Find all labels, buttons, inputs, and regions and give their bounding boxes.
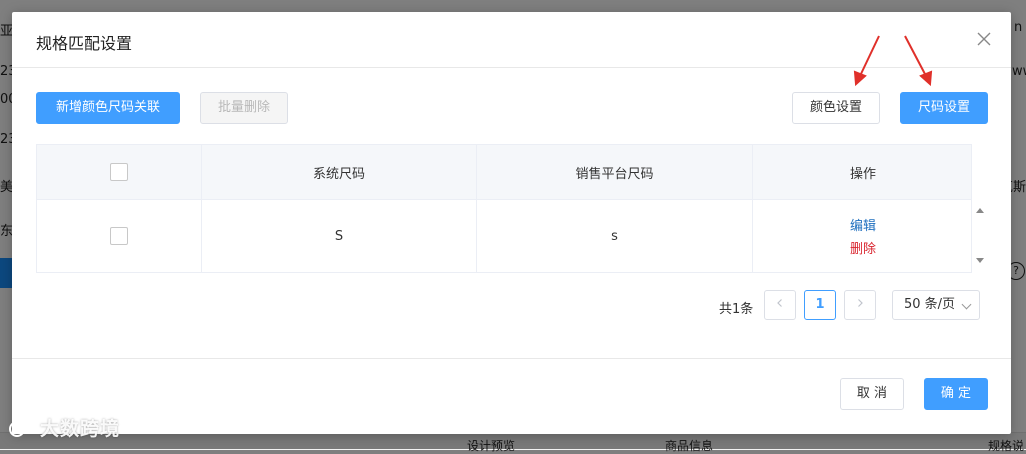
add-color-size-mapping-button[interactable]: 新增颜色尺码关联: [36, 92, 180, 124]
page-size-value: 50 条/页: [904, 297, 956, 312]
row-actions: 编辑 删除: [850, 215, 876, 257]
next-page-button[interactable]: [844, 290, 876, 320]
watermark-logo-icon: [9, 420, 33, 437]
column-header: 操作: [849, 166, 876, 182]
chevron-down-icon: [961, 299, 972, 310]
chevron-left-icon: [777, 299, 782, 307]
platform-size-value: s: [611, 228, 618, 244]
color-settings-button[interactable]: 颜色设置: [792, 92, 880, 124]
column-header: 系统尺码: [312, 166, 365, 182]
watermark: 大数跨境: [8, 414, 120, 441]
header-cell: 操作: [753, 145, 973, 199]
actions-cell: 编辑 删除: [753, 199, 973, 273]
watermark-text: 大数跨境: [40, 418, 121, 440]
platform-size-cell: s: [477, 199, 753, 273]
batch-delete-button[interactable]: 批量删除: [200, 92, 288, 124]
system-size-cell: S: [202, 199, 477, 273]
scroll-up-icon[interactable]: [976, 208, 984, 213]
table-row: S s 编辑 删除: [37, 199, 971, 273]
row-checkbox[interactable]: [110, 227, 128, 245]
chevron-right-icon: [858, 299, 863, 307]
size-mapping-dialog: 规格匹配设置 新增颜色尺码关联 批量删除 颜色设置 尺码设置 系统尺码 销售平台…: [12, 12, 1011, 434]
footer-divider: [12, 358, 1011, 359]
dialog-header: 规格匹配设置: [12, 12, 1011, 68]
page-size-select[interactable]: 50 条/页: [892, 290, 980, 320]
dialog-title: 规格匹配设置: [36, 34, 133, 53]
confirm-button[interactable]: 确 定: [924, 378, 988, 410]
header-cell: 系统尺码: [202, 145, 477, 199]
size-settings-button[interactable]: 尺码设置: [900, 92, 988, 124]
select-all-checkbox[interactable]: [110, 163, 128, 181]
edit-link[interactable]: 编辑: [850, 215, 876, 234]
prev-page-button[interactable]: [764, 290, 796, 320]
column-header: 销售平台尺码: [575, 166, 654, 182]
delete-link[interactable]: 删除: [850, 238, 876, 257]
scroll-down-icon[interactable]: [976, 258, 984, 263]
size-mapping-table: 系统尺码 销售平台尺码 操作 S s 编辑 删除: [36, 144, 972, 273]
close-icon[interactable]: [975, 30, 993, 48]
page-button-current[interactable]: 1: [804, 290, 836, 320]
header-cell: 销售平台尺码: [477, 145, 753, 199]
header-select-cell: [37, 145, 202, 199]
system-size-value: S: [334, 228, 344, 244]
table-scrollbar[interactable]: [972, 198, 988, 273]
cancel-button[interactable]: 取 消: [840, 378, 904, 410]
table-header: 系统尺码 销售平台尺码 操作: [37, 145, 971, 200]
pagination-total: 共1条: [719, 302, 754, 317]
row-select-cell: [37, 199, 202, 273]
